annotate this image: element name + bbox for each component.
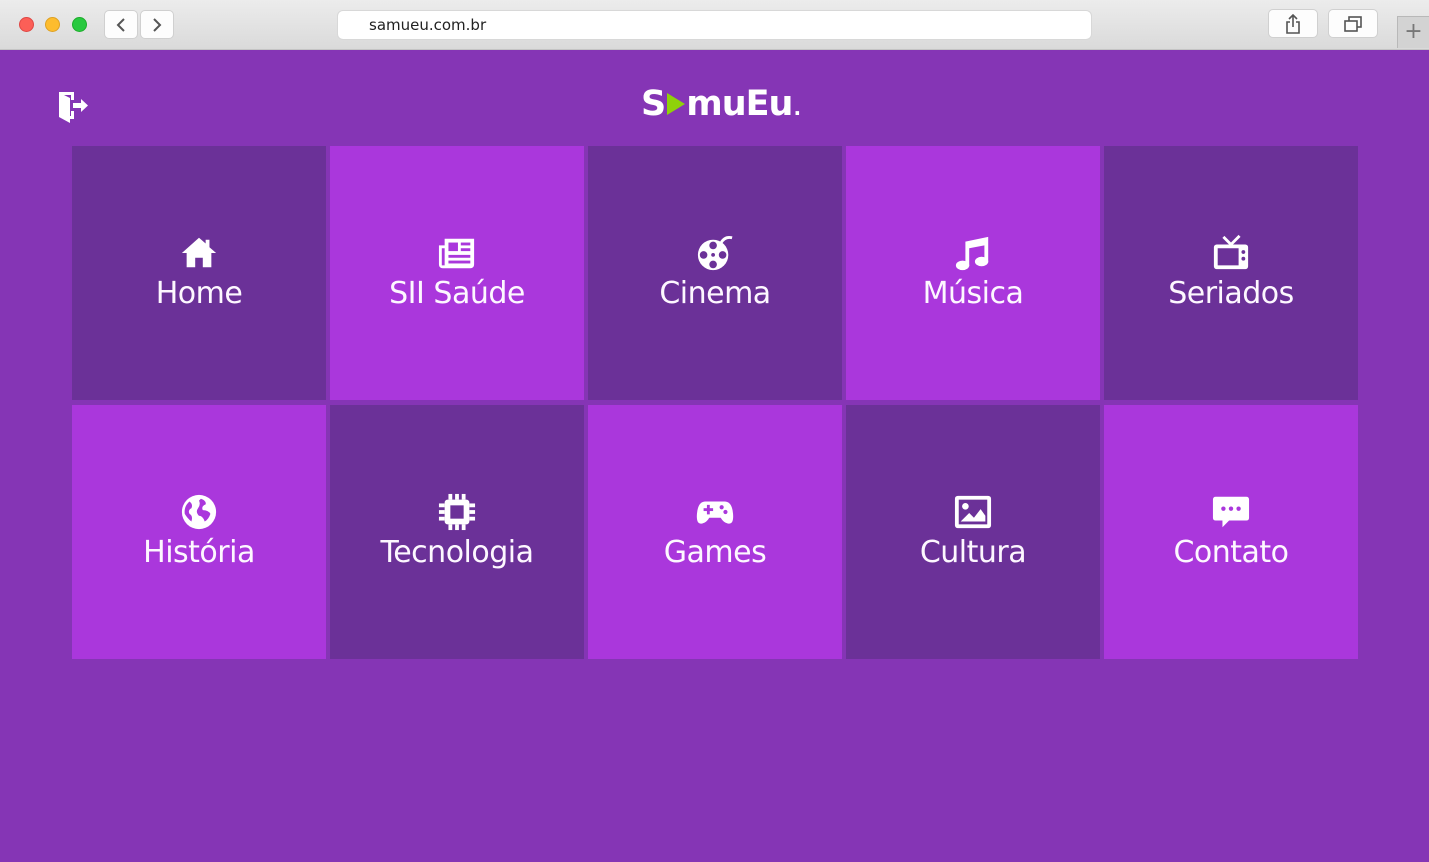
category-grid: Home SII Saúde Cinema Música Seriados Hi… bbox=[72, 146, 1358, 659]
tile-label: Contato bbox=[1173, 535, 1289, 570]
tile-label: Cinema bbox=[659, 276, 771, 311]
chip-icon bbox=[437, 492, 477, 532]
tile-sii-saude[interactable]: SII Saúde bbox=[330, 146, 584, 400]
share-button[interactable] bbox=[1268, 9, 1318, 38]
play-icon bbox=[667, 93, 686, 115]
back-button[interactable] bbox=[104, 10, 138, 39]
tile-label: Games bbox=[663, 535, 767, 570]
sign-out-button[interactable] bbox=[56, 90, 90, 124]
tile-label: SII Saúde bbox=[389, 276, 525, 311]
logo-text-right: muEu bbox=[686, 84, 793, 124]
browser-toolbar: samueu.com.br + bbox=[0, 0, 1429, 50]
film-reel-icon bbox=[695, 233, 735, 273]
tile-label: História bbox=[143, 535, 255, 570]
chat-bubble-icon bbox=[1211, 492, 1251, 532]
sign-out-icon bbox=[59, 92, 88, 123]
newspaper-icon bbox=[437, 233, 477, 273]
tile-tecnologia[interactable]: Tecnologia bbox=[330, 405, 584, 659]
tile-cinema[interactable]: Cinema bbox=[588, 146, 842, 400]
tile-label: Home bbox=[155, 276, 243, 311]
tile-cultura[interactable]: Cultura bbox=[846, 405, 1100, 659]
tile-label: Tecnologia bbox=[380, 535, 535, 570]
close-window-button[interactable] bbox=[19, 17, 34, 32]
tile-musica[interactable]: Música bbox=[846, 146, 1100, 400]
plus-icon: + bbox=[1404, 19, 1423, 44]
logo-dot: . bbox=[793, 96, 801, 120]
tile-seriados[interactable]: Seriados bbox=[1104, 146, 1358, 400]
logo-text-left: S bbox=[641, 84, 666, 124]
forward-button[interactable] bbox=[140, 10, 174, 39]
tile-games[interactable]: Games bbox=[588, 405, 842, 659]
tabs-icon bbox=[1344, 15, 1362, 32]
tile-historia[interactable]: História bbox=[72, 405, 326, 659]
zoom-window-button[interactable] bbox=[72, 17, 87, 32]
tile-label: Cultura bbox=[919, 535, 1027, 570]
tile-label: Música bbox=[922, 276, 1024, 311]
new-tab-button[interactable]: + bbox=[1397, 16, 1429, 48]
site-logo[interactable]: S muEu . bbox=[641, 84, 801, 124]
tv-icon bbox=[1211, 233, 1251, 273]
tile-home[interactable]: Home bbox=[72, 146, 326, 400]
share-icon bbox=[1286, 13, 1300, 34]
gamepad-icon bbox=[695, 492, 735, 532]
tile-contato[interactable]: Contato bbox=[1104, 405, 1358, 659]
image-icon bbox=[953, 492, 993, 532]
page-content: S muEu . Home SII Saúde Cinema Música Se… bbox=[0, 50, 1429, 862]
tile-label: Seriados bbox=[1168, 276, 1294, 311]
chevron-left-icon bbox=[116, 17, 125, 32]
home-icon bbox=[179, 233, 219, 273]
show-tabs-button[interactable] bbox=[1328, 9, 1378, 38]
globe-icon bbox=[179, 492, 219, 532]
address-bar[interactable]: samueu.com.br bbox=[337, 10, 1092, 40]
minimize-window-button[interactable] bbox=[45, 17, 60, 32]
chevron-right-icon bbox=[153, 17, 162, 32]
music-note-icon bbox=[953, 233, 993, 273]
